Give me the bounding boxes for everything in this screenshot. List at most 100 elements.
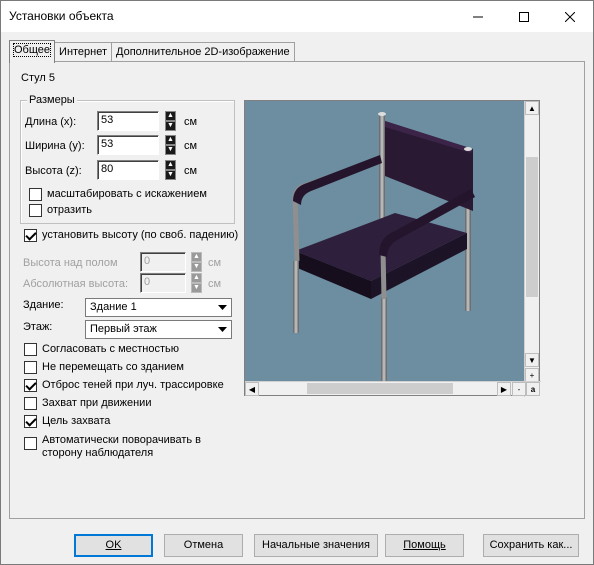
zoom-fit-label: a bbox=[530, 384, 536, 394]
zoom-fit-button[interactable]: a bbox=[526, 382, 540, 396]
set-height-label: установить высоту (по своб. падению) bbox=[42, 229, 239, 241]
zoom-out-button[interactable]: - bbox=[512, 382, 526, 396]
tab-internet[interactable]: Интернет bbox=[54, 42, 113, 62]
sizes-group: Размеры Длина (x): 53 ▲ ▼ см Ширина (y):… bbox=[20, 94, 235, 224]
scroll-down-icon[interactable]: ▼ bbox=[525, 353, 539, 367]
cancel-button[interactable]: Отмена bbox=[164, 534, 243, 557]
spin-down-icon[interactable]: ▼ bbox=[191, 262, 202, 272]
tab-additional-2d[interactable]: Дополнительное 2D-изображение bbox=[111, 42, 295, 62]
length-spinner[interactable]: ▲ ▼ bbox=[165, 111, 176, 131]
spin-up-icon[interactable]: ▲ bbox=[165, 111, 176, 121]
length-input[interactable]: 53 bbox=[97, 111, 159, 131]
floor-select[interactable]: Первый этаж bbox=[85, 320, 232, 339]
height-spinner[interactable]: ▲ ▼ bbox=[165, 160, 176, 180]
zoom-in-label: + bbox=[529, 370, 535, 380]
floor-value: Первый этаж bbox=[90, 323, 157, 335]
height-unit: см bbox=[184, 165, 198, 177]
absolute-height-spinner[interactable]: ▲ ▼ bbox=[191, 273, 202, 293]
auto-rotate-label-line2: сторону наблюдателя bbox=[42, 447, 154, 459]
building-value: Здание 1 bbox=[90, 301, 137, 313]
window-title: Установки объекта bbox=[9, 9, 114, 23]
minimize-icon bbox=[473, 16, 483, 17]
preview-horizontal-scrollbar[interactable]: ◀ ▶ - a bbox=[245, 381, 541, 396]
dont-move-with-building-label: Не перемещать со зданием bbox=[42, 361, 184, 373]
scroll-thumb-vertical[interactable] bbox=[526, 157, 538, 297]
spin-up-icon[interactable]: ▲ bbox=[191, 273, 202, 283]
building-label: Здание: bbox=[23, 299, 64, 311]
tab-bar: Общее Интернет Дополнительное 2D-изображ… bbox=[9, 40, 295, 63]
cancel-label: Отмена bbox=[183, 539, 224, 551]
save-as-button[interactable]: Сохранить как... bbox=[483, 534, 579, 557]
scroll-up-icon[interactable]: ▲ bbox=[525, 101, 539, 115]
height-above-floor-input[interactable]: 0 bbox=[140, 252, 186, 272]
height-above-floor-spinner[interactable]: ▲ ▼ bbox=[191, 252, 202, 272]
length-unit: см bbox=[184, 116, 198, 128]
spin-up-icon[interactable]: ▲ bbox=[191, 252, 202, 262]
zoom-out-label: - bbox=[517, 384, 521, 394]
maximize-icon bbox=[519, 11, 529, 22]
snap-target-checkbox[interactable] bbox=[24, 415, 37, 428]
align-terrain-label: Согласовать с местностью bbox=[42, 343, 180, 355]
help-button[interactable]: Помощь bbox=[385, 534, 464, 557]
minimize-button[interactable] bbox=[455, 1, 501, 32]
sizes-group-title: Размеры bbox=[27, 94, 77, 106]
spin-down-icon[interactable]: ▼ bbox=[165, 145, 176, 155]
height-label: Высота (z): bbox=[25, 165, 82, 177]
absolute-height-label: Абсолютная высота: bbox=[23, 278, 129, 290]
object-name: Стул 5 bbox=[21, 72, 55, 84]
close-icon bbox=[565, 11, 575, 22]
height-above-floor-unit: см bbox=[208, 257, 222, 269]
spin-down-icon[interactable]: ▼ bbox=[165, 170, 176, 180]
snap-on-move-checkbox[interactable] bbox=[24, 397, 37, 410]
tab-internet-label: Интернет bbox=[59, 46, 108, 58]
width-input[interactable]: 53 bbox=[97, 135, 159, 155]
width-unit: см bbox=[184, 140, 198, 152]
close-button[interactable] bbox=[547, 1, 593, 32]
chair-3d-model bbox=[292, 112, 475, 381]
mirror-checkbox[interactable] bbox=[29, 204, 42, 217]
tab-general[interactable]: Общее bbox=[9, 40, 56, 63]
height-input[interactable]: 80 bbox=[97, 160, 159, 180]
title-bar: Установки объекта bbox=[1, 1, 593, 32]
set-height-checkbox[interactable] bbox=[24, 229, 37, 242]
scale-distort-label: масштабировать с искажением bbox=[47, 188, 207, 200]
mirror-label: отразить bbox=[47, 204, 92, 216]
auto-rotate-label-line1: Автоматически поворачивать в bbox=[42, 434, 202, 446]
absolute-height-unit: см bbox=[208, 278, 222, 290]
scale-distort-checkbox[interactable] bbox=[29, 188, 42, 201]
help-label: Помощь bbox=[403, 539, 446, 551]
save-as-label: Сохранить как... bbox=[489, 539, 573, 551]
auto-rotate-checkbox[interactable] bbox=[24, 437, 37, 450]
building-select[interactable]: Здание 1 bbox=[85, 298, 232, 317]
tab-additional-2d-label: Дополнительное 2D-изображение bbox=[116, 46, 290, 58]
dropdown-arrow-icon[interactable] bbox=[214, 299, 231, 316]
ok-button[interactable]: OK bbox=[74, 534, 153, 557]
zoom-in-button[interactable]: + bbox=[525, 368, 539, 382]
spin-up-icon[interactable]: ▲ bbox=[165, 135, 176, 145]
spin-up-icon[interactable]: ▲ bbox=[165, 160, 176, 170]
scroll-right-icon[interactable]: ▶ bbox=[497, 382, 511, 396]
preview-vertical-scrollbar[interactable]: ▲ ▼ + bbox=[524, 101, 539, 397]
cast-shadows-label: Отброс теней при луч. трассировке bbox=[42, 379, 224, 391]
cast-shadows-checkbox[interactable] bbox=[24, 379, 37, 392]
object-settings-dialog: Установки объекта Общее Интернет Дополни… bbox=[0, 0, 594, 565]
spin-down-icon[interactable]: ▼ bbox=[191, 283, 202, 293]
object-3d-preview[interactable]: ▲ ▼ + ◀ ▶ - a bbox=[244, 100, 541, 397]
defaults-label: Начальные значения bbox=[262, 539, 370, 551]
floor-label: Этаж: bbox=[23, 321, 53, 333]
defaults-button[interactable]: Начальные значения bbox=[254, 534, 378, 557]
align-terrain-checkbox[interactable] bbox=[24, 343, 37, 356]
snap-on-move-label: Захват при движении bbox=[42, 397, 152, 409]
dropdown-arrow-icon[interactable] bbox=[214, 321, 231, 338]
ok-label: OK bbox=[105, 539, 122, 551]
spin-down-icon[interactable]: ▼ bbox=[165, 121, 176, 131]
tab-general-label: Общее bbox=[12, 43, 52, 57]
scroll-left-icon[interactable]: ◀ bbox=[245, 382, 259, 396]
length-label: Длина (x): bbox=[25, 116, 77, 128]
width-spinner[interactable]: ▲ ▼ bbox=[165, 135, 176, 155]
scroll-thumb-horizontal[interactable] bbox=[307, 383, 453, 394]
width-label: Ширина (y): bbox=[25, 140, 85, 152]
maximize-button[interactable] bbox=[501, 1, 547, 32]
dont-move-with-building-checkbox[interactable] bbox=[24, 361, 37, 374]
absolute-height-input[interactable]: 0 bbox=[140, 273, 186, 293]
